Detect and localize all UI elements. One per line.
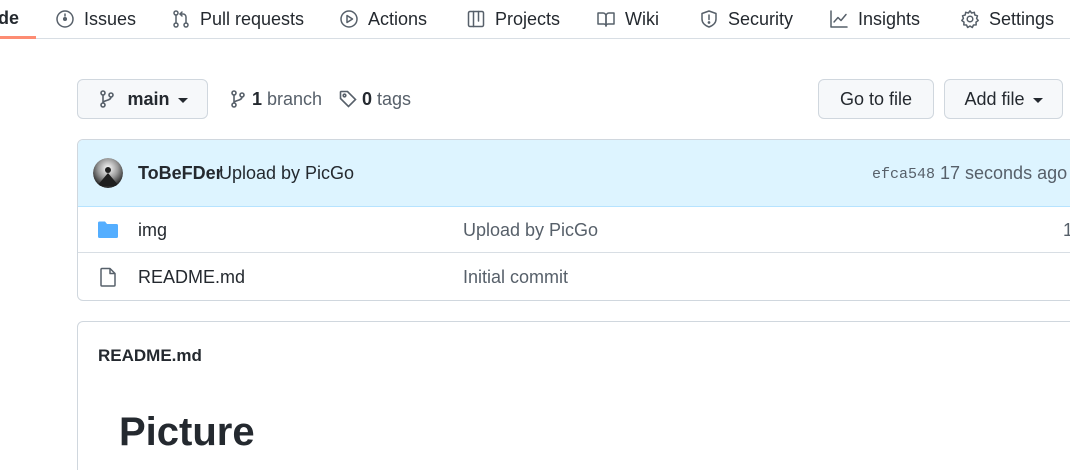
tab-issues[interactable]: Issues bbox=[55, 0, 136, 38]
folder-icon bbox=[98, 221, 118, 238]
file-name[interactable]: README.md bbox=[138, 267, 245, 288]
go-to-file-label: Go to file bbox=[839, 88, 913, 109]
tab-issues-label: Issues bbox=[84, 8, 137, 29]
commit-author[interactable]: ToBeFDer bbox=[138, 163, 223, 184]
branches-link[interactable]: 1 branch bbox=[228, 86, 322, 112]
play-icon bbox=[340, 10, 358, 28]
latest-commit-bar: ToBeFDer Upload by PicGo efca548 17 seco… bbox=[78, 140, 1070, 207]
add-file-button[interactable]: Add file bbox=[944, 79, 1063, 119]
chevron-down-icon bbox=[1032, 97, 1043, 103]
tab-pull-requests-label: Pull requests bbox=[200, 8, 305, 29]
file-name[interactable]: img bbox=[138, 220, 167, 241]
tab-actions-label: Actions bbox=[368, 8, 428, 29]
tab-settings[interactable]: Settings bbox=[960, 0, 1054, 38]
file-list: ToBeFDer Upload by PicGo efca548 17 seco… bbox=[77, 139, 1070, 301]
readme-heading: Picture bbox=[119, 410, 255, 454]
list-item[interactable]: README.md Initial commit bbox=[78, 254, 1070, 300]
add-file-label: Add file bbox=[964, 88, 1025, 109]
file-commit-message[interactable]: Upload by PicGo bbox=[463, 220, 598, 241]
git-branch-icon bbox=[100, 90, 115, 108]
issue-icon bbox=[56, 10, 74, 28]
table-icon bbox=[467, 10, 485, 28]
branch-count: 1 bbox=[252, 88, 263, 109]
shield-icon bbox=[701, 10, 717, 28]
repo-nav: de Issues Pull requests Actions Projects… bbox=[0, 0, 1070, 39]
tab-security[interactable]: Security bbox=[699, 0, 793, 38]
tags-link[interactable]: 0 tags bbox=[338, 86, 411, 112]
readme-panel: README.md Picture bbox=[77, 321, 1070, 470]
commit-time[interactable]: 17 seconds ago bbox=[940, 163, 1067, 184]
commit-sha[interactable]: efca548 bbox=[872, 166, 935, 183]
pull-request-icon bbox=[173, 10, 189, 28]
commit-message[interactable]: Upload by PicGo bbox=[219, 163, 354, 184]
tab-wiki[interactable]: Wiki bbox=[596, 0, 659, 38]
tab-code-label: de bbox=[0, 7, 20, 28]
readme-filename[interactable]: README.md bbox=[98, 346, 202, 366]
branch-select-button[interactable]: main bbox=[77, 79, 208, 119]
tab-code[interactable]: de bbox=[0, 0, 36, 39]
book-icon bbox=[597, 12, 615, 27]
go-to-file-button[interactable]: Go to file bbox=[818, 79, 934, 119]
avatar[interactable] bbox=[93, 158, 123, 188]
graph-icon bbox=[830, 10, 848, 28]
tab-wiki-label: Wiki bbox=[625, 8, 659, 29]
tab-settings-label: Settings bbox=[989, 8, 1055, 29]
branch-label: branch bbox=[267, 88, 323, 109]
gear-icon bbox=[961, 10, 979, 29]
file-icon bbox=[100, 267, 116, 287]
tag-count: 0 bbox=[362, 88, 373, 109]
branch-name: main bbox=[127, 88, 170, 109]
tab-projects[interactable]: Projects bbox=[466, 0, 560, 38]
list-item[interactable]: img Upload by PicGo 1 bbox=[78, 207, 1070, 253]
tag-icon bbox=[339, 90, 357, 108]
tab-security-label: Security bbox=[728, 8, 794, 29]
tag-label: tags bbox=[377, 88, 412, 109]
file-age: 1 bbox=[1063, 220, 1070, 241]
chevron-down-icon bbox=[177, 97, 188, 103]
tab-pull-requests[interactable]: Pull requests bbox=[171, 0, 304, 38]
tab-actions[interactable]: Actions bbox=[339, 0, 427, 38]
git-branch-icon bbox=[231, 90, 245, 108]
tab-insights-label: Insights bbox=[858, 8, 921, 29]
file-commit-message[interactable]: Initial commit bbox=[463, 267, 568, 288]
tab-insights[interactable]: Insights bbox=[829, 0, 920, 38]
tab-projects-label: Projects bbox=[495, 8, 561, 29]
